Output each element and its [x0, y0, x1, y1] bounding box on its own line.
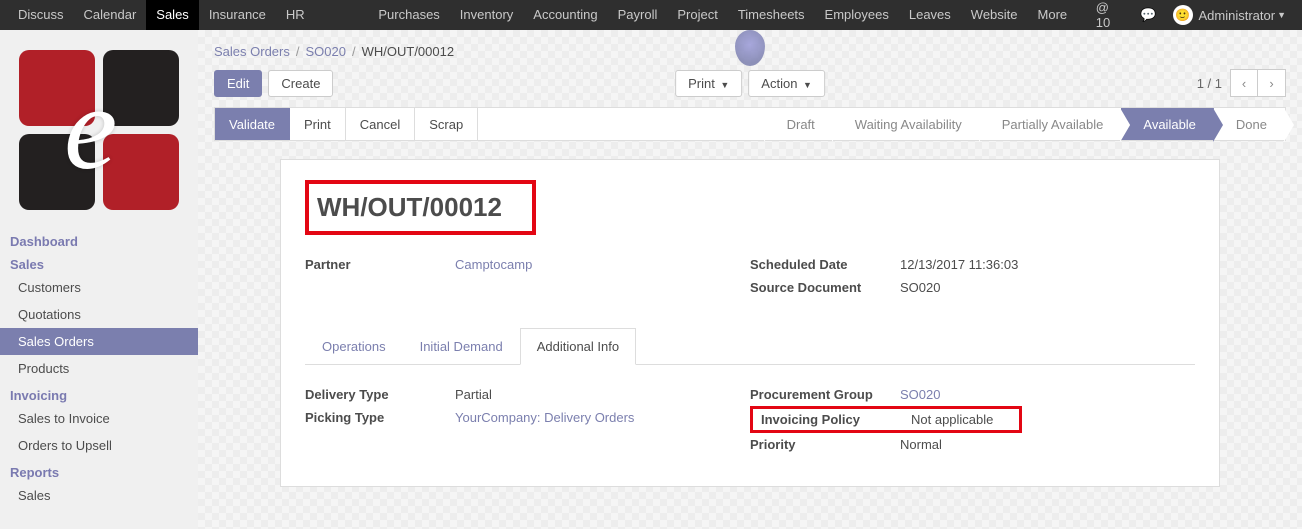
nav-insurance[interactable]: Insurance: [199, 0, 276, 30]
procurement-group-value[interactable]: SO020: [900, 387, 940, 402]
main-content: Sales Orders / SO020 / WH/OUT/00012 Edit…: [198, 30, 1302, 529]
cancel-button[interactable]: Cancel: [346, 108, 415, 140]
crumb-so[interactable]: SO020: [306, 44, 346, 59]
tabs: Operations Initial Demand Additional Inf…: [305, 327, 1195, 365]
delivery-type-value: Partial: [455, 387, 492, 402]
procurement-group-label: Procurement Group: [750, 387, 900, 402]
nav-payroll[interactable]: Payroll: [608, 0, 668, 30]
nav-more[interactable]: More ▼: [1028, 0, 1088, 30]
status-partial[interactable]: Partially Available: [980, 108, 1122, 140]
invoicing-policy-highlight: Invoicing Policy Not applicable: [750, 406, 1022, 433]
scrap-button[interactable]: Scrap: [415, 108, 478, 140]
status-draft[interactable]: Draft: [765, 108, 833, 140]
crumb-current: WH/OUT/00012: [362, 44, 454, 59]
chat-icon[interactable]: 💬: [1132, 7, 1164, 23]
print-dropdown[interactable]: Print ▼: [675, 70, 742, 97]
delivery-type-label: Delivery Type: [305, 387, 455, 402]
tab-content-additional: Delivery Type Partial Picking Type YourC…: [305, 365, 1195, 456]
sidebar-section-reports[interactable]: Reports: [0, 459, 198, 482]
record-title: WH/OUT/00012: [317, 192, 502, 223]
sidebar-item-orders-to-upsell[interactable]: Orders to Upsell: [0, 432, 198, 459]
pager-prev-button[interactable]: ‹: [1230, 69, 1258, 97]
toolbar: Edit Create Print ▼ Action ▼ 1 / 1 ‹ ›: [198, 65, 1302, 107]
tab-initial-demand[interactable]: Initial Demand: [403, 328, 520, 365]
source-document-value: SO020: [900, 280, 940, 295]
priority-label: Priority: [750, 437, 900, 452]
partner-value[interactable]: Camptocamp: [455, 257, 532, 272]
scheduled-date-value: 12/13/2017 11:36:03: [900, 257, 1018, 272]
logo: e: [0, 38, 198, 228]
tab-additional-info[interactable]: Additional Info: [520, 328, 636, 365]
nav-sales[interactable]: Sales: [146, 0, 199, 30]
user-menu[interactable]: 🙂 Administrator ▼: [1165, 5, 1295, 25]
nav-calendar[interactable]: Calendar: [74, 0, 147, 30]
nav-inventory[interactable]: Inventory: [450, 0, 523, 30]
nav-project[interactable]: Project: [667, 0, 727, 30]
create-button[interactable]: Create: [268, 70, 333, 97]
sidebar: e Dashboard Sales Customers Quotations S…: [0, 30, 198, 529]
invoicing-policy-value: Not applicable: [911, 412, 1011, 427]
partner-label: Partner: [305, 257, 455, 272]
nav-timesheets[interactable]: Timesheets: [728, 0, 815, 30]
priority-value: Normal: [900, 437, 942, 452]
sidebar-section-invoicing[interactable]: Invoicing: [0, 382, 198, 405]
nav-website[interactable]: Website: [961, 0, 1028, 30]
status-done[interactable]: Done: [1214, 108, 1285, 140]
nav-hr-insurance[interactable]: HR Insurance: [276, 0, 368, 30]
avatar-icon: 🙂: [1173, 5, 1193, 25]
username-label: Administrator: [1199, 8, 1276, 23]
caret-down-icon: ▼: [1277, 10, 1286, 20]
sidebar-item-report-sales[interactable]: Sales: [0, 482, 198, 509]
caret-down-icon: ▼: [718, 80, 729, 90]
top-navbar: Discuss Calendar Sales Insurance HR Insu…: [0, 0, 1302, 30]
pager-next-button[interactable]: ›: [1258, 69, 1286, 97]
validate-button[interactable]: Validate: [215, 108, 290, 140]
picking-type-label: Picking Type: [305, 410, 455, 425]
source-document-label: Source Document: [750, 280, 900, 295]
crumb-sales-orders[interactable]: Sales Orders: [214, 44, 290, 59]
nav-leaves[interactable]: Leaves: [899, 0, 961, 30]
print-button[interactable]: Print: [290, 108, 346, 140]
edit-button[interactable]: Edit: [214, 70, 262, 97]
sidebar-item-customers[interactable]: Customers: [0, 274, 198, 301]
sidebar-section-dashboard[interactable]: Dashboard: [0, 228, 198, 251]
tab-operations[interactable]: Operations: [305, 328, 403, 365]
nav-employees[interactable]: Employees: [815, 0, 899, 30]
action-dropdown[interactable]: Action ▼: [748, 70, 825, 97]
mentions-counter[interactable]: @ 10: [1088, 0, 1133, 30]
nav-discuss[interactable]: Discuss: [8, 0, 74, 30]
picking-type-value[interactable]: YourCompany: Delivery Orders: [455, 410, 634, 425]
status-waiting[interactable]: Waiting Availability: [833, 108, 980, 140]
nav-purchases[interactable]: Purchases: [368, 0, 449, 30]
record-title-highlight: WH/OUT/00012: [305, 180, 536, 235]
status-available[interactable]: Available: [1121, 108, 1214, 140]
invoicing-policy-label: Invoicing Policy: [761, 412, 911, 427]
action-bar: Validate Print Cancel Scrap Draft Waitin…: [214, 107, 1286, 141]
pager-text: 1 / 1: [1197, 76, 1222, 91]
sidebar-item-sales-to-invoice[interactable]: Sales to Invoice: [0, 405, 198, 432]
separator: /: [290, 44, 306, 59]
sidebar-item-products[interactable]: Products: [0, 355, 198, 382]
sidebar-item-quotations[interactable]: Quotations: [0, 301, 198, 328]
sidebar-section-sales[interactable]: Sales: [0, 251, 198, 274]
form-sheet: WH/OUT/00012 Partner Camptocamp Schedule…: [280, 159, 1220, 487]
caret-down-icon: ▼: [800, 80, 811, 90]
scheduled-date-label: Scheduled Date: [750, 257, 900, 272]
sidebar-item-sales-orders[interactable]: Sales Orders: [0, 328, 198, 355]
nav-accounting[interactable]: Accounting: [523, 0, 607, 30]
separator: /: [346, 44, 362, 59]
